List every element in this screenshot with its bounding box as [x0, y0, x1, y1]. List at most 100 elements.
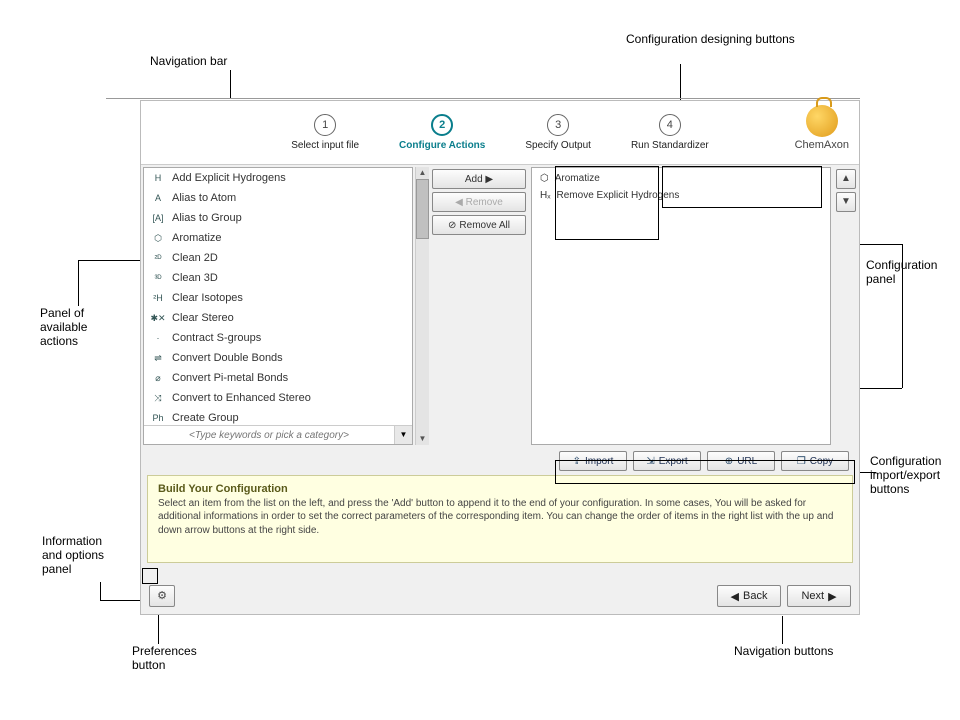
action-item[interactable]: ⤨Convert to Enhanced Stereo — [144, 388, 412, 408]
step-label: Specify Output — [525, 140, 591, 151]
action-item[interactable]: ⬡ Aromatize — [144, 228, 412, 248]
action-label: Convert to Enhanced Stereo — [172, 392, 311, 404]
action-icon: ⇌ — [150, 353, 166, 364]
step-number: 4 — [659, 114, 681, 136]
next-label: Next — [801, 590, 824, 602]
step-number: 1 — [314, 114, 336, 136]
preferences-button[interactable]: ⚙ — [149, 585, 175, 607]
url-icon: ⊕ — [725, 456, 733, 467]
action-item[interactable]: [A] Alias to Group — [144, 208, 412, 228]
search-row: ▼ — [144, 425, 412, 444]
scroll-thumb[interactable] — [416, 179, 429, 239]
action-label: Aromatize — [172, 232, 222, 244]
back-label: Back — [743, 590, 767, 602]
copy-button[interactable]: ❐ Copy — [781, 451, 849, 471]
action-item[interactable]: ²ᴰClean 2D — [144, 248, 412, 268]
config-item-icon: ⬡ — [540, 173, 549, 184]
step-specify-output[interactable]: 3 Specify Output — [525, 114, 591, 151]
search-dropdown[interactable]: ▼ — [394, 426, 412, 444]
step-select-input[interactable]: 1 Select input file — [291, 114, 359, 151]
action-item[interactable]: ⇌ Convert Double Bonds — [144, 348, 412, 368]
annotation-nav-buttons: Navigation buttons — [734, 644, 833, 658]
next-button[interactable]: Next ▶ — [787, 585, 851, 607]
step-label: Configure Actions — [399, 140, 485, 151]
action-list[interactable]: HAdd Explicit HydrogensAAlias to Atom[A]… — [144, 168, 412, 425]
step-run-standardizer[interactable]: 4 Run Standardizer — [631, 114, 709, 151]
config-item-label: Aromatize — [555, 173, 600, 184]
action-icon: ⬡ — [150, 233, 166, 244]
scroll-down-icon[interactable]: ▼ — [416, 433, 429, 445]
url-label: URL — [737, 456, 757, 467]
action-icon: ²H — [150, 293, 166, 303]
remove-all-label: Remove All — [459, 220, 510, 231]
step-configure-actions[interactable]: 2 Configure Actions — [399, 114, 485, 151]
action-icon: ³ᴰ — [150, 273, 166, 283]
back-button[interactable]: ◀ Back — [717, 585, 781, 607]
import-button[interactable]: ⇪ Import — [559, 451, 627, 471]
move-down-button[interactable]: ▼ — [836, 192, 856, 212]
navigation-bar: 1 Select input file 2 Configure Actions … — [141, 101, 859, 165]
action-label: Create Group — [172, 412, 239, 424]
gear-icon: ⚙ — [157, 590, 167, 602]
config-item[interactable]: ⬡ Aromatize — [534, 170, 828, 187]
logo-text: ChemAxon — [795, 139, 849, 151]
action-label: Convert Double Bonds — [172, 352, 283, 364]
copy-icon: ❐ — [797, 456, 806, 467]
annotation-available-actions: Panel of available actions — [40, 306, 87, 348]
footer: ⚙ ◀ Back Next ▶ — [141, 578, 859, 614]
export-label: Export — [659, 456, 688, 467]
remove-all-button[interactable]: ⊘ Remove All — [432, 215, 526, 235]
action-item[interactable]: ·Contract S-groups — [144, 328, 412, 348]
action-item[interactable]: ⌀ Convert Pi-metal Bonds — [144, 368, 412, 388]
move-up-button[interactable]: ▲ — [836, 169, 856, 189]
main-area: HAdd Explicit HydrogensAAlias to Atom[A]… — [141, 165, 859, 447]
next-arrow-icon: ▶ — [828, 590, 836, 603]
annotation-navigation-bar: Navigation bar — [150, 54, 227, 68]
action-label: Alias to Group — [172, 212, 242, 224]
action-label: Alias to Atom — [172, 192, 236, 204]
add-button[interactable]: Add ▶ — [432, 169, 526, 189]
logo-icon — [806, 105, 838, 137]
import-icon: ⇪ — [573, 456, 581, 467]
action-label: Clean 3D — [172, 272, 218, 284]
config-item-label: Remove Explicit Hydrogens — [557, 190, 680, 201]
action-item[interactable]: ✱✕Clear Stereo — [144, 308, 412, 328]
import-label: Import — [585, 456, 613, 467]
step-number: 2 — [431, 114, 453, 136]
scroll-up-icon[interactable]: ▲ — [416, 167, 429, 179]
available-actions-panel: HAdd Explicit HydrogensAAlias to Atom[A]… — [143, 167, 413, 445]
actions-scrollbar[interactable]: ▲ ▼ — [415, 167, 429, 445]
config-item[interactable]: HₓRemove Explicit Hydrogens — [534, 187, 828, 204]
action-item[interactable]: ³ᴰ Clean 3D — [144, 268, 412, 288]
search-input[interactable] — [144, 426, 394, 444]
action-item[interactable]: HAdd Explicit Hydrogens — [144, 168, 412, 188]
export-button[interactable]: ⇲ Export — [633, 451, 701, 471]
info-title: Build Your Configuration — [158, 482, 842, 497]
import-export-row: ⇪ Import ⇲ Export ⊕ URL ❐ Copy — [141, 447, 859, 475]
step-label: Select input file — [291, 140, 359, 151]
action-icon: H — [150, 173, 166, 183]
action-icon: ✱✕ — [150, 313, 166, 324]
annotation-info-panel: Information and options panel — [42, 534, 104, 576]
action-icon: ⌀ — [150, 373, 166, 384]
back-arrow-icon: ◀ — [731, 590, 739, 603]
url-button[interactable]: ⊕ URL — [707, 451, 775, 471]
navigation-buttons: ◀ Back Next ▶ — [717, 585, 851, 607]
chemaxon-logo: ChemAxon — [795, 105, 849, 151]
info-panel: Build Your Configuration Select an item … — [147, 475, 853, 563]
export-icon: ⇲ — [646, 456, 654, 467]
action-icon: Ph — [150, 413, 166, 423]
action-item[interactable]: AAlias to Atom — [144, 188, 412, 208]
action-label: Clean 2D — [172, 252, 218, 264]
remove-button[interactable]: ◀ Remove — [432, 192, 526, 212]
action-label: Convert Pi-metal Bonds — [172, 372, 288, 384]
action-item[interactable]: ²HClear Isotopes — [144, 288, 412, 308]
action-icon: [A] — [150, 213, 166, 223]
copy-label: Copy — [810, 456, 833, 467]
annotation-io-buttons: Configuration import/export buttons — [870, 454, 941, 496]
app-window: 1 Select input file 2 Configure Actions … — [140, 100, 860, 615]
action-item[interactable]: Ph Create Group — [144, 408, 412, 425]
configuration-panel[interactable]: ⬡ Aromatize HₓRemove Explicit Hydrogens — [531, 167, 831, 445]
step-label: Run Standardizer — [631, 140, 709, 151]
cancel-icon: ⊘ — [448, 220, 456, 231]
